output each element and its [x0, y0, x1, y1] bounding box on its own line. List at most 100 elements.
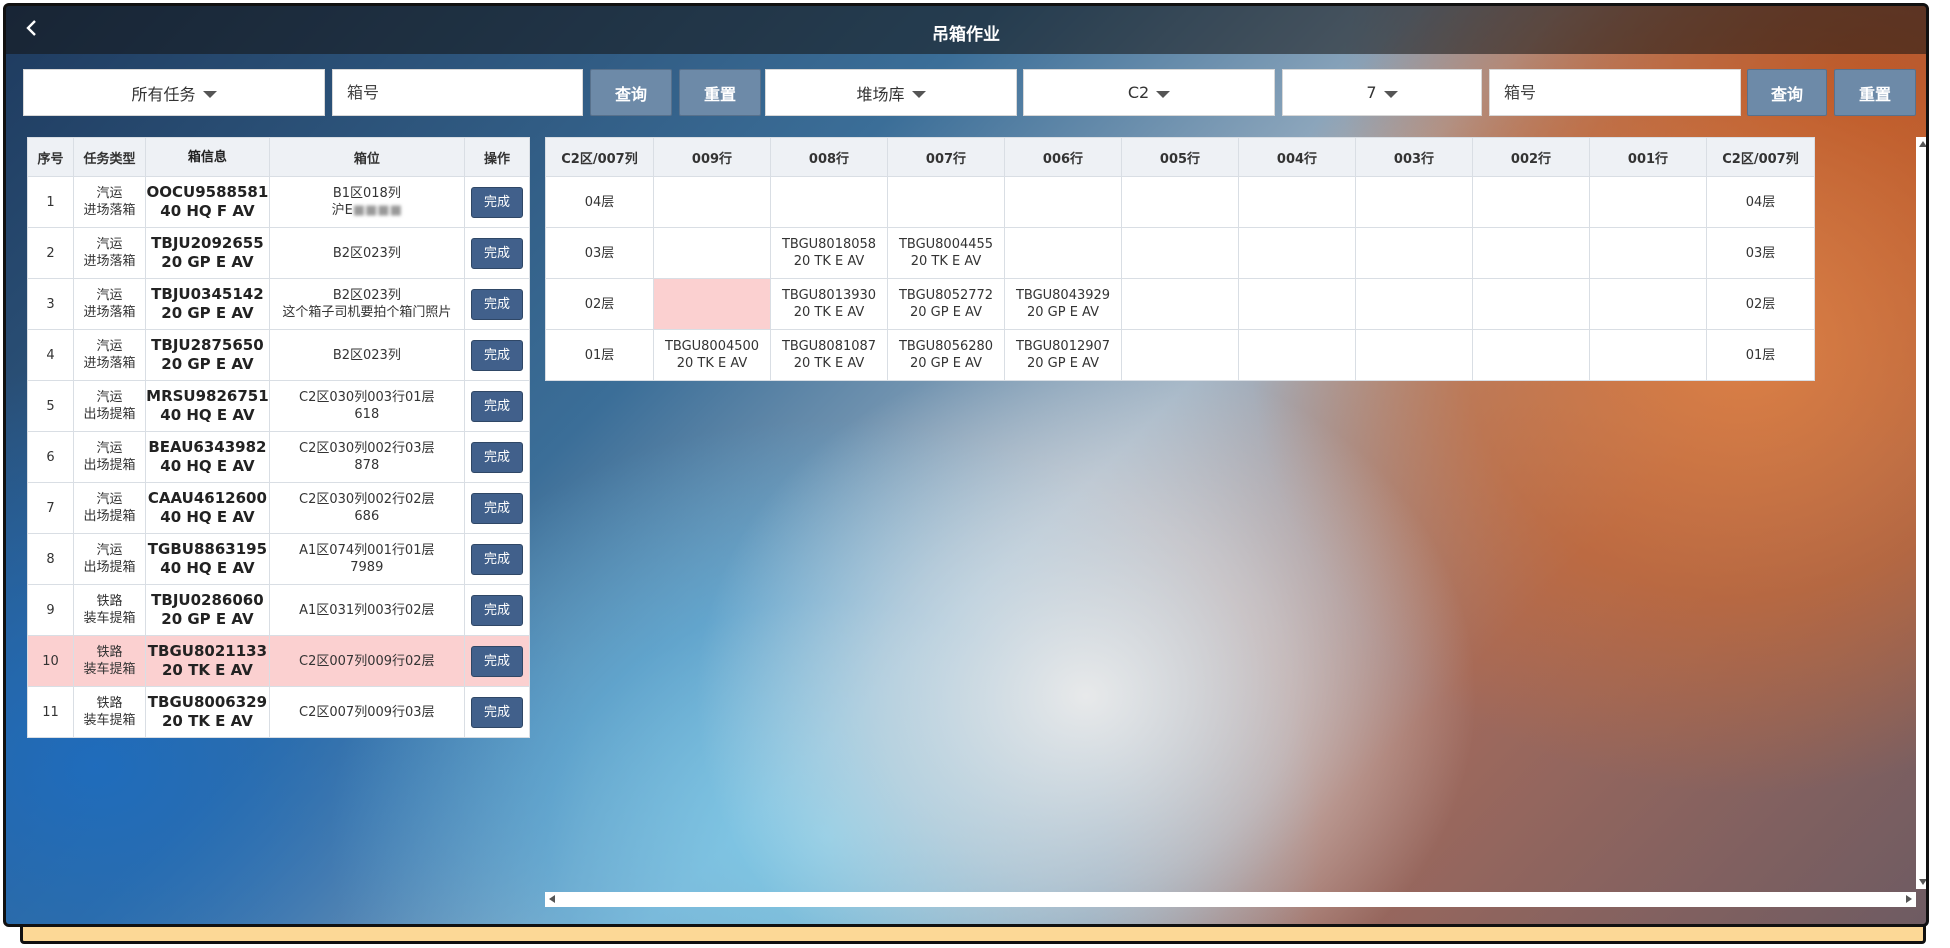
- slot-cell[interactable]: [1589, 176, 1707, 228]
- scroll-left-icon[interactable]: [549, 895, 555, 903]
- slot-cell[interactable]: [1589, 329, 1707, 381]
- slot-cell[interactable]: [770, 176, 888, 228]
- slot-cell[interactable]: [1121, 278, 1239, 330]
- yard-select[interactable]: 堆场库: [765, 69, 1017, 116]
- box-info: TBGU8006329 20 TK E AV: [145, 686, 270, 738]
- horizontal-scrollbar[interactable]: [545, 892, 1916, 907]
- grid-row-header: 006行: [1004, 137, 1122, 177]
- slot-cell[interactable]: [1121, 329, 1239, 381]
- complete-button[interactable]: 完成: [470, 288, 523, 320]
- box-number-input-left[interactable]: [332, 69, 583, 116]
- complete-button[interactable]: 完成: [470, 339, 523, 371]
- complete-button[interactable]: 完成: [470, 390, 523, 422]
- location-note: 沪E: [331, 203, 353, 218]
- grid-row-header: 003行: [1355, 137, 1473, 177]
- slot-cell[interactable]: TBGU8013930 20 TK E AV: [770, 278, 888, 330]
- slot-cell[interactable]: [1472, 329, 1590, 381]
- slot-cell[interactable]: TBGU8056280 20 GP E AV: [887, 329, 1005, 381]
- slot-cell[interactable]: [1238, 176, 1356, 228]
- tier-label: 03层: [545, 227, 654, 279]
- complete-button[interactable]: 完成: [470, 543, 523, 575]
- slot-cell[interactable]: [653, 176, 771, 228]
- slot-cell[interactable]: [887, 176, 1005, 228]
- complete-button[interactable]: 完成: [470, 492, 523, 524]
- slot-box-number: TBGU8013930: [781, 288, 877, 303]
- vertical-scrollbar[interactable]: [1916, 137, 1926, 889]
- row-index: 1: [26, 176, 75, 228]
- slot-cell[interactable]: [653, 278, 771, 330]
- task-type: 汽运 出场提箱: [73, 380, 147, 432]
- scroll-down-icon[interactable]: [1919, 879, 1926, 885]
- task-type-mode: 汽运: [96, 186, 123, 201]
- location-text: C2区007列009行02层: [299, 653, 435, 669]
- grid-row-header: 007行: [887, 137, 1005, 177]
- slot-box-spec: 20 TK E AV: [676, 356, 748, 371]
- slot-cell[interactable]: TBGU8004455 20 TK E AV: [887, 227, 1005, 279]
- slot-cell[interactable]: [1238, 227, 1356, 279]
- row-index: 6: [26, 431, 75, 483]
- scroll-right-icon[interactable]: [1906, 895, 1912, 903]
- grid-row-header: 005行: [1121, 137, 1239, 177]
- slot-cell[interactable]: [1355, 176, 1473, 228]
- task-type-action: 出场提箱: [83, 407, 136, 422]
- task-type: 汽运 进场落箱: [73, 278, 147, 330]
- task-type-mode: 汽运: [96, 237, 123, 252]
- task-type-action: 出场提箱: [83, 560, 136, 575]
- slot-cell[interactable]: TBGU8018058 20 TK E AV: [770, 227, 888, 279]
- column-header-action: 操作: [463, 137, 531, 177]
- slot-cell[interactable]: [1589, 278, 1707, 330]
- box-location: C2区030列002行02层 686: [268, 482, 465, 534]
- slot-cell[interactable]: [1472, 278, 1590, 330]
- complete-button[interactable]: 完成: [470, 696, 523, 728]
- complete-button[interactable]: 完成: [470, 441, 523, 473]
- slot-cell[interactable]: [1355, 278, 1473, 330]
- action-cell: 完成: [463, 482, 531, 534]
- slot-cell[interactable]: TBGU8004500 20 TK E AV: [653, 329, 771, 381]
- slot-cell[interactable]: TBGU8043929 20 GP E AV: [1004, 278, 1122, 330]
- slot-cell[interactable]: [1238, 329, 1356, 381]
- grid-row-header: 008行: [770, 137, 888, 177]
- slot-cell[interactable]: [1004, 227, 1122, 279]
- tier-label: 01层: [545, 329, 654, 381]
- column-select[interactable]: 7: [1282, 69, 1482, 116]
- scroll-up-icon[interactable]: [1919, 141, 1926, 147]
- box-number-input-right[interactable]: [1489, 69, 1741, 116]
- location-text: C2区030列002行03层: [299, 441, 435, 456]
- query-button-left[interactable]: 查询: [590, 69, 672, 116]
- yard-grid-panel: C2区/007列 009行 008行 007行 006行 005行 004行 003行 002行…: [545, 137, 1926, 907]
- column-select-value: 7: [1366, 83, 1377, 102]
- box-number: TBJU0345142: [151, 285, 264, 303]
- slot-cell[interactable]: [1355, 227, 1473, 279]
- slot-cell[interactable]: TBGU8052772 20 GP E AV: [887, 278, 1005, 330]
- slot-cell[interactable]: [1589, 227, 1707, 279]
- complete-button[interactable]: 完成: [470, 645, 523, 677]
- slot-cell[interactable]: [1004, 176, 1122, 228]
- complete-button[interactable]: 完成: [470, 186, 523, 218]
- action-cell: 完成: [463, 278, 531, 330]
- slot-box-number: TBGU8018058: [781, 237, 877, 252]
- slot-cell[interactable]: [1121, 176, 1239, 228]
- query-button-right[interactable]: 查询: [1747, 69, 1827, 116]
- reset-button-right[interactable]: 重置: [1834, 69, 1916, 116]
- task-type-mode: 汽运: [96, 543, 123, 558]
- action-cell: 完成: [463, 533, 531, 585]
- slot-cell[interactable]: [1238, 278, 1356, 330]
- slot-cell[interactable]: [653, 227, 771, 279]
- grid-row-header: 004行: [1238, 137, 1356, 177]
- slot-cell[interactable]: TBGU8012907 20 GP E AV: [1004, 329, 1122, 381]
- tier-label: 04层: [545, 176, 654, 228]
- complete-button[interactable]: 完成: [470, 237, 523, 269]
- box-spec: 20 TK E AV: [161, 712, 253, 730]
- slot-cell[interactable]: [1121, 227, 1239, 279]
- slot-cell[interactable]: [1355, 329, 1473, 381]
- slot-cell[interactable]: [1472, 227, 1590, 279]
- location-text: B1区018列: [332, 186, 401, 201]
- box-info: BEAU6343982 40 HQ E AV: [145, 431, 270, 483]
- zone-select[interactable]: C2: [1023, 69, 1275, 116]
- slot-cell[interactable]: [1472, 176, 1590, 228]
- complete-button[interactable]: 完成: [470, 594, 523, 626]
- slot-cell[interactable]: TBGU8081087 20 TK E AV: [770, 329, 888, 381]
- task-filter-select[interactable]: 所有任务: [23, 69, 325, 116]
- reset-button-left[interactable]: 重置: [679, 69, 761, 116]
- task-type-action: 装车提箱: [83, 713, 136, 728]
